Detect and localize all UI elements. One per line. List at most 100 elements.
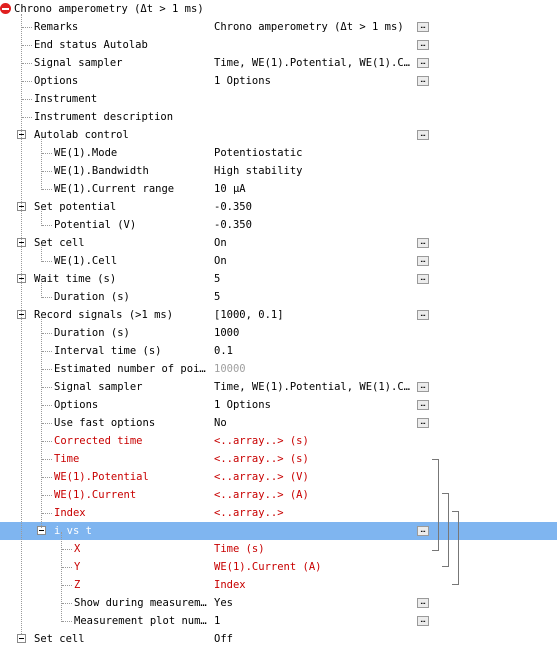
property-value[interactable]: No xyxy=(214,414,414,432)
ellipsis-icon[interactable]: … xyxy=(417,526,429,536)
row-instrument-description[interactable]: Instrument description xyxy=(0,108,557,126)
property-value[interactable]: 0.1 xyxy=(214,342,414,360)
row-signal-sampler[interactable]: Signal sampler Time, WE(1).Potential, WE… xyxy=(0,54,557,72)
row-plot-x[interactable]: X Time (s) xyxy=(0,540,557,558)
property-value[interactable]: 5 xyxy=(214,270,414,288)
property-value[interactable]: Yes xyxy=(214,594,414,612)
ellipsis-icon[interactable]: … xyxy=(417,598,429,608)
property-label: Signal sampler xyxy=(34,57,123,69)
row-i-vs-t[interactable]: i vs t … xyxy=(0,522,557,540)
row-index[interactable]: Index <..array..> xyxy=(0,504,557,522)
ellipsis-icon[interactable]: … xyxy=(417,418,429,428)
row-autolab-control[interactable]: Autolab control … xyxy=(0,126,557,144)
property-label: WE(1).Bandwidth xyxy=(54,165,149,177)
row-use-fast-options[interactable]: Use fast options No … xyxy=(0,414,557,432)
row-plot-z[interactable]: Z Index xyxy=(0,576,557,594)
row-wait-duration[interactable]: Duration (s) 5 xyxy=(0,288,557,306)
row-we-cell[interactable]: WE(1).Cell On … xyxy=(0,252,557,270)
property-value[interactable] xyxy=(214,522,414,540)
row-end-status[interactable]: End status Autolab … xyxy=(0,36,557,54)
ellipsis-icon[interactable]: … xyxy=(417,130,429,140)
property-value[interactable] xyxy=(214,108,414,126)
ellipsis-icon[interactable]: … xyxy=(417,58,429,68)
output-value: <..array..> (s) xyxy=(214,453,309,465)
property-value[interactable]: 1 xyxy=(214,612,414,630)
row-we-potential[interactable]: WE(1).Potential <..array..> (V) xyxy=(0,468,557,486)
property-value[interactable]: Time, WE(1).Potential, WE(1).C… xyxy=(214,54,414,72)
property-value[interactable]: 5 xyxy=(214,288,414,306)
row-measurement-plot-number[interactable]: Measurement plot num… 1 … xyxy=(0,612,557,630)
axis-value[interactable]: Time (s) xyxy=(214,540,414,558)
property-value[interactable]: Time, WE(1).Potential, WE(1).C… xyxy=(214,378,414,396)
property-label: WE(1).Cell xyxy=(54,255,118,267)
row-we-bandwidth[interactable]: WE(1).Bandwidth High stability xyxy=(0,162,557,180)
row-record-signals[interactable]: Record signals (>1 ms) [1000, 0.1] … xyxy=(0,306,557,324)
row-record-signal-sampler[interactable]: Signal sampler Time, WE(1).Potential, WE… xyxy=(0,378,557,396)
output-label: WE(1).Current xyxy=(54,489,137,501)
row-instrument[interactable]: Instrument xyxy=(0,90,557,108)
axis-value[interactable]: WE(1).Current (A) xyxy=(214,558,414,576)
ellipsis-icon[interactable]: … xyxy=(417,310,429,320)
stop-icon xyxy=(0,3,11,14)
row-set-cell[interactable]: Set cell On … xyxy=(0,234,557,252)
property-value[interactable]: 1000 xyxy=(214,324,414,342)
property-value[interactable]: On xyxy=(214,234,414,252)
axis-value[interactable]: Index xyxy=(214,576,414,594)
ellipsis-icon[interactable]: … xyxy=(417,616,429,626)
ellipsis-icon[interactable]: … xyxy=(417,76,429,86)
property-label: Options xyxy=(54,399,99,411)
property-value[interactable]: -0.350 xyxy=(214,216,414,234)
tree-root[interactable]: Chrono amperometry (Δt > 1 ms) xyxy=(0,0,557,18)
command-label: Set potential xyxy=(34,201,117,213)
tree-line xyxy=(61,532,62,622)
row-potential[interactable]: Potential (V) -0.350 xyxy=(0,216,557,234)
link-bracket xyxy=(432,459,439,551)
ellipsis-icon[interactable]: … xyxy=(417,22,429,32)
property-value[interactable]: Chrono amperometry (Δt > 1 ms) xyxy=(214,18,414,36)
command-label: Set cell xyxy=(34,633,85,645)
row-plot-y[interactable]: Y WE(1).Current (A) xyxy=(0,558,557,576)
row-we-current-range[interactable]: WE(1).Current range 10 μA xyxy=(0,180,557,198)
ellipsis-icon[interactable]: … xyxy=(417,256,429,266)
ellipsis-icon[interactable]: … xyxy=(417,40,429,50)
tree-line xyxy=(41,136,42,190)
row-remarks[interactable]: Remarks Chrono amperometry (Δt > 1 ms) … xyxy=(0,18,557,36)
property-value[interactable]: -0.350 xyxy=(214,198,414,216)
property-label: Remarks xyxy=(34,21,79,33)
property-value[interactable]: High stability xyxy=(214,162,414,180)
plot-label: i vs t xyxy=(54,525,92,537)
command-label: Wait time (s) xyxy=(34,273,117,285)
property-value[interactable]: 1 Options xyxy=(214,396,414,414)
row-options[interactable]: Options 1 Options … xyxy=(0,72,557,90)
ellipsis-icon[interactable]: … xyxy=(417,382,429,392)
row-wait-time[interactable]: Wait time (s) 5 … xyxy=(0,270,557,288)
property-value[interactable]: Potentiostatic xyxy=(214,144,414,162)
row-we-current[interactable]: WE(1).Current <..array..> (A) xyxy=(0,486,557,504)
row-record-duration[interactable]: Duration (s) 1000 xyxy=(0,324,557,342)
property-value[interactable]: 10 μA xyxy=(214,180,414,198)
property-value[interactable]: Off xyxy=(214,630,414,648)
row-record-options[interactable]: Options 1 Options … xyxy=(0,396,557,414)
property-label: End status Autolab xyxy=(34,39,148,51)
property-value[interactable]: On xyxy=(214,252,414,270)
row-show-during-measurement[interactable]: Show during measurem… Yes … xyxy=(0,594,557,612)
collapse-icon[interactable] xyxy=(17,634,26,643)
ellipsis-icon[interactable]: … xyxy=(417,238,429,248)
property-value[interactable]: 1 Options xyxy=(214,72,414,90)
property-value[interactable]: [1000, 0.1] xyxy=(214,306,414,324)
property-value[interactable] xyxy=(214,36,414,54)
property-value[interactable] xyxy=(214,90,414,108)
link-bracket xyxy=(452,511,459,585)
property-label: Show during measurem… xyxy=(74,597,207,609)
row-interval-time[interactable]: Interval time (s) 0.1 xyxy=(0,342,557,360)
property-label: Duration (s) xyxy=(54,327,130,339)
row-set-potential[interactable]: Set potential -0.350 xyxy=(0,198,557,216)
row-we-mode[interactable]: WE(1).Mode Potentiostatic xyxy=(0,144,557,162)
property-value[interactable] xyxy=(214,126,414,144)
row-set-cell-off[interactable]: Set cell Off xyxy=(0,630,557,648)
row-time[interactable]: Time <..array..> (s) xyxy=(0,450,557,468)
ellipsis-icon[interactable]: … xyxy=(417,274,429,284)
axis-label: X xyxy=(74,543,81,555)
ellipsis-icon[interactable]: … xyxy=(417,400,429,410)
row-corrected-time[interactable]: Corrected time <..array..> (s) xyxy=(0,432,557,450)
